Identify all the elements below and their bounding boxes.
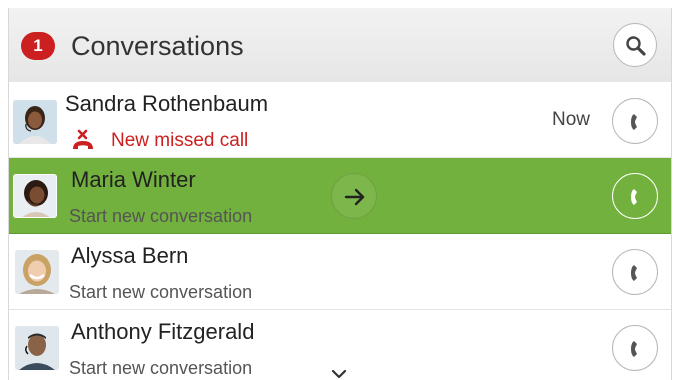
header-bar: 1 Conversations [9,8,671,83]
avatar [15,326,59,370]
contact-name: Anthony Fitzgerald [71,319,255,344]
arrow-right-icon [344,188,365,206]
phone-icon [631,189,637,205]
conversation-row[interactable]: Alyssa Bern Start new conversation [9,234,671,310]
conversation-subtitle: Start new conversation [69,206,253,226]
search-icon [626,36,646,56]
call-button[interactable] [612,173,658,219]
open-conversation-button[interactable] [331,173,377,219]
call-button[interactable] [612,325,658,371]
conversation-row[interactable]: Sandra Rothenbaum New missed call Now [9,82,671,158]
conversation-subtitle: Start new conversation [69,358,253,378]
phone-icon [631,265,637,281]
contact-name: Maria Winter [71,167,196,192]
contact-name: Sandra Rothenbaum [65,91,269,116]
timestamp: Now [552,109,591,130]
missed-call-label: New missed call [111,130,249,151]
conversations-app: 1 Conversations Sandra Rothenbaum New mi… [8,8,672,380]
contact-name: Alyssa Bern [71,243,189,268]
avatar [13,100,57,144]
call-button[interactable] [612,98,658,144]
conversation-subtitle: Start new conversation [69,282,253,302]
phone-icon [631,114,637,130]
phone-icon [631,341,637,357]
unread-count-badge: 1 [21,32,55,60]
page-title: Conversations [71,31,244,61]
call-button[interactable] [612,249,658,295]
avatar [15,250,59,294]
missed-call-icon [73,129,93,149]
scroll-down-chevron-icon[interactable] [331,366,347,380]
conversation-row[interactable]: Maria Winter Start new conversation [9,158,671,234]
avatar [13,174,57,218]
search-button[interactable] [613,23,657,67]
